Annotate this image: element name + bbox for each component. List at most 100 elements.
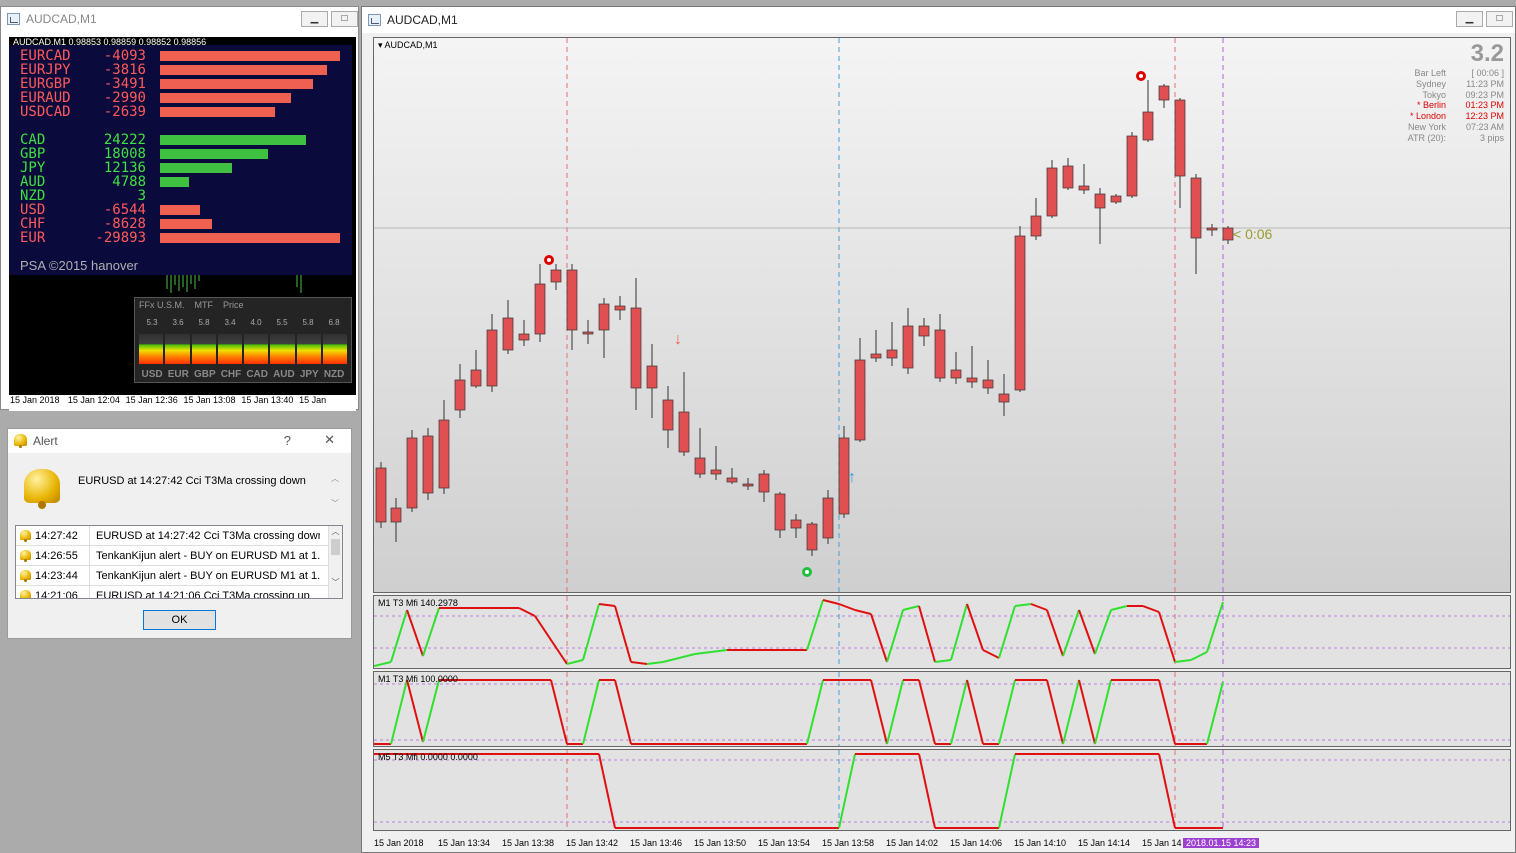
left-chart-window[interactable]: AUDCAD,M1 ▁ □ AUDCAD,M1 0.98853 0.98859 …	[0, 6, 359, 411]
alert-message: EURUSD at 14:27:42 Cci T3Ma crossing dow…	[78, 475, 306, 487]
time-cursor-badge: 2018.01.15 14:23	[1183, 838, 1260, 848]
ffx-header[interactable]: MTF	[195, 300, 214, 310]
candle	[790, 514, 802, 538]
currency-name: JPY	[20, 160, 46, 176]
session-time-row: Sydney 11:23 PM	[1386, 79, 1504, 90]
main-window-title: AUDCAD,M1	[387, 13, 458, 27]
session-name: Sydney	[1415, 78, 1446, 89]
indicator-pane-1[interactable]: M1 T3 Mfi 140.2978	[373, 595, 1511, 669]
alert-history-row[interactable]: 14:23:44 TenkanKijun alert - BUY on EURUS…	[16, 566, 342, 586]
psa-currency-row: AUD 4788	[20, 175, 189, 189]
alert-titlebar[interactable]: Alert ? ✕	[8, 429, 351, 453]
pair-name: EURCAD	[20, 48, 71, 64]
down-arrow-icon: ↓	[674, 331, 682, 348]
alert-history-row[interactable]: 14:21:06 EURUSD at 14:21:06 Cci T3Ma cros…	[16, 586, 342, 599]
currency-value: -6544	[103, 202, 146, 218]
currency-strength-bar	[160, 177, 189, 187]
candle	[1030, 198, 1042, 240]
signal-dot-icon	[1136, 71, 1146, 81]
candle	[1078, 164, 1090, 194]
bar-countdown-label: < 0:06	[1233, 226, 1273, 242]
left-window-titlebar[interactable]: AUDCAD,M1 ▁ □	[1, 7, 358, 31]
session-name: * London	[1409, 111, 1446, 122]
alert-time: 14:26:55	[35, 549, 78, 562]
currency-strength-bar	[160, 163, 232, 173]
ffx-value: 5.5	[276, 318, 288, 327]
main-chart-window[interactable]: AUDCAD,M1 ▁ □ ↓ ↑ ▾ AUDCAD,M1 3.2 Bar Lef…	[361, 6, 1516, 853]
alert-dialog[interactable]: Alert ? ✕ EURUSD at 14:27:42 Cci T3Ma cr…	[7, 428, 352, 639]
candle	[390, 498, 402, 542]
candle	[646, 344, 658, 418]
candle	[614, 296, 626, 320]
maximize-button[interactable]: □	[331, 11, 358, 27]
time-tick-label: 15 Jan 14:02	[886, 838, 939, 848]
currency-name: CAD	[20, 132, 46, 148]
minimize-button[interactable]: ▁	[1456, 11, 1483, 27]
alert-text: TenkanKijun alert - BUY on EURUSD M1 at …	[96, 569, 320, 582]
candle	[1142, 80, 1154, 142]
ffx-header[interactable]: FFx U.S.M.	[139, 300, 185, 310]
indicator-label-1: M1 T3 Mfi 140.2978	[378, 598, 458, 608]
close-button[interactable]: ✕	[324, 432, 335, 448]
candle	[630, 278, 642, 410]
indicator-label-3: M5 T3 Mfi 0.0000 0.0000	[378, 752, 478, 762]
indicator-pane-2[interactable]: M1 T3 Mfi 100.0000	[373, 671, 1511, 747]
ffx-meter-bar	[165, 334, 190, 364]
currency-value: 12136	[103, 160, 146, 176]
message-scrollbar[interactable]: ︿ ﹀	[328, 473, 342, 515]
alert-time: 14:21:06	[35, 589, 78, 599]
ffx-currency: NZD	[323, 369, 345, 380]
candle	[550, 264, 562, 290]
ffx-value: 3.6	[172, 318, 184, 327]
ok-button[interactable]: OK	[143, 610, 216, 630]
bell-icon	[20, 549, 31, 562]
candle	[854, 338, 866, 442]
psa-currency-row: EUR -29893	[20, 231, 340, 245]
maximize-button[interactable]: □	[1486, 11, 1513, 27]
alert-title: Alert	[33, 434, 58, 448]
psa-currency-row: NZD 3	[20, 189, 146, 203]
minimize-button[interactable]: ▁	[301, 11, 328, 27]
candle	[934, 314, 946, 382]
time-tick-label: 15 Jan 13:46	[630, 838, 683, 848]
time-tick-label: 15 Jan 14:10	[1014, 838, 1067, 848]
alert-history-list[interactable]: 14:27:42 EURUSD at 14:27:42 Cci T3Ma cros…	[15, 525, 343, 599]
alert-history-row[interactable]: 14:27:42 EURUSD at 14:27:42 Cci T3Ma cros…	[16, 526, 342, 546]
session-name: Tokyo	[1422, 89, 1446, 100]
left-chart-area[interactable]: AUDCAD,M1 0.98853 0.98859 0.98852 0.9885…	[9, 37, 356, 395]
ffx-header[interactable]: Price	[223, 300, 244, 310]
alert-history-row[interactable]: 14:26:55 TenkanKijun alert - BUY on EURUS…	[16, 546, 342, 566]
candle	[870, 330, 882, 362]
help-button[interactable]: ?	[284, 433, 291, 448]
info-panel: 3.2 Bar Left[ 00:06 ] Sydney 11:23 PM Tokyo…	[1386, 40, 1504, 144]
chart-window-icon	[7, 13, 20, 25]
candle	[1014, 226, 1026, 392]
pair-strength-bar	[160, 65, 328, 75]
price-chart-pane[interactable]: ↓ ↑ ▾ AUDCAD,M1 3.2 Bar Left[ 00:06 ] Sydn…	[373, 37, 1511, 593]
session-name: ATR (20):	[1407, 132, 1446, 143]
alert-text: EURUSD at 14:27:42 Cci T3Ma crossing dow…	[96, 529, 320, 542]
pair-name: EURJPY	[20, 62, 71, 78]
list-scrollbar[interactable]: ︿ ﹀	[328, 526, 342, 598]
currency-value: 24222	[103, 132, 146, 148]
candlestick-chart[interactable]: ↓↑	[374, 38, 1511, 593]
psa-pair-row: EURJPY -3816	[20, 62, 328, 78]
psa-pair-row: EURAUD -2990	[20, 91, 292, 105]
time-tick-label: 15 Jan 13:40	[241, 395, 294, 405]
ffx-meter-bar	[217, 334, 242, 364]
time-tick-label: 15 Jan 13:08	[183, 395, 236, 405]
session-name: Bar Left	[1414, 68, 1446, 78]
main-window-titlebar[interactable]: AUDCAD,M1 ▁ □	[362, 7, 1515, 33]
candle	[1126, 132, 1138, 198]
candle	[1046, 160, 1058, 218]
bell-icon	[20, 569, 31, 582]
time-tick-label: 15 Jan 13:42	[566, 838, 619, 848]
pair-strength-bar	[160, 93, 292, 103]
candle	[1094, 188, 1106, 244]
pair-value: -2639	[103, 104, 146, 120]
candle	[966, 346, 978, 388]
ffx-currency: USD	[141, 369, 163, 380]
session-time-row: Bar Left [ 00:06 ]	[1386, 68, 1504, 79]
ffx-value: 5.8	[302, 318, 314, 327]
indicator-pane-3[interactable]: M5 T3 Mfi 0.0000 0.0000	[373, 749, 1511, 831]
